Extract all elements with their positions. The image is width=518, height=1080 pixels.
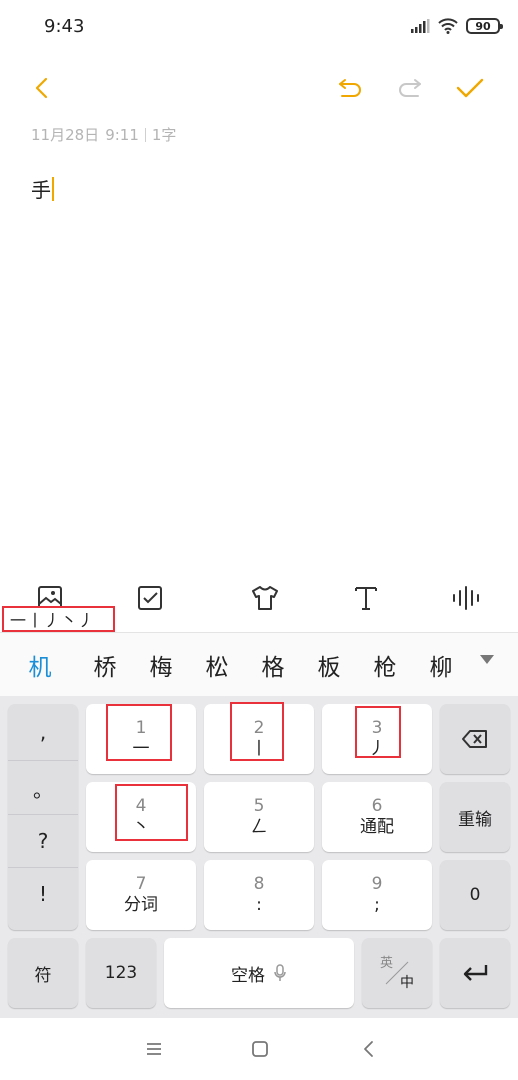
key-8-colon[interactable]: 8 : xyxy=(204,860,314,930)
key-5-zhe[interactable]: 5 ㄥ xyxy=(204,782,314,852)
lang-switch-key[interactable]: 英 中 xyxy=(362,938,432,1008)
punct-period[interactable]: 。 xyxy=(8,762,78,814)
symbols-key[interactable]: 符 xyxy=(8,938,78,1008)
undo-icon[interactable] xyxy=(332,70,368,106)
enter-icon xyxy=(463,965,488,981)
char-count: 1字 xyxy=(151,126,177,144)
mic-icon xyxy=(274,964,286,981)
reinput-key[interactable]: 重输 xyxy=(440,782,510,852)
text-format-icon[interactable] xyxy=(346,580,386,616)
punct-exclaim[interactable]: ! xyxy=(8,868,78,920)
key-label: 0 xyxy=(469,885,481,905)
key-stroke: ㄥ xyxy=(250,817,268,837)
zero-key[interactable]: 0 xyxy=(440,860,510,930)
text-cursor xyxy=(52,176,54,201)
candidate-item[interactable]: 松 xyxy=(197,648,237,682)
annotation-box xyxy=(115,784,188,841)
note-time: 9:11 xyxy=(105,125,139,144)
annotation-box xyxy=(355,706,401,758)
candidate-item[interactable]: 桥 xyxy=(85,648,125,682)
stroke-input-preview: 一丨丿丶丿 xyxy=(2,606,115,632)
enter-key[interactable] xyxy=(440,938,510,1008)
key-number: 9 xyxy=(371,874,383,894)
note-meta: 11月28日 9:11 1字 xyxy=(31,124,176,145)
key-label: 符 xyxy=(34,965,52,986)
wifi-icon xyxy=(438,18,458,34)
back-icon[interactable] xyxy=(24,70,60,106)
redo-icon[interactable] xyxy=(392,70,428,106)
candidate-item[interactable]: 板 xyxy=(309,648,349,682)
key-label: ; xyxy=(374,895,380,915)
key-label: : xyxy=(256,895,262,915)
shirt-icon[interactable] xyxy=(245,580,285,616)
backspace-icon xyxy=(462,730,487,748)
key-label: 通配 xyxy=(360,817,394,837)
note-editor[interactable]: 手 xyxy=(31,174,54,203)
key-label: 123 xyxy=(104,963,138,983)
key-number: 7 xyxy=(135,874,147,894)
checklist-icon[interactable] xyxy=(130,580,170,616)
done-check-icon[interactable] xyxy=(452,70,488,106)
note-content: 手 xyxy=(31,178,51,202)
waveform-icon[interactable] xyxy=(446,580,486,616)
key-label: 重输 xyxy=(458,809,492,830)
lang-zh-label: 中 xyxy=(400,975,414,991)
battery-indicator: 90 xyxy=(466,18,503,34)
backspace-key[interactable] xyxy=(440,704,510,774)
candidate-item[interactable]: 柳 xyxy=(421,648,461,682)
key-label: 空格 xyxy=(231,965,265,986)
candidate-item[interactable]: 机 xyxy=(20,648,60,682)
candidate-item[interactable]: 格 xyxy=(253,648,293,682)
key-number: 8 xyxy=(253,874,265,894)
key-7-segment[interactable]: 7 分词 xyxy=(86,860,196,930)
annotation-box xyxy=(106,704,172,761)
note-date: 11月28日 xyxy=(31,126,100,144)
key-number: 6 xyxy=(371,796,383,816)
numbers-key[interactable]: 123 xyxy=(86,938,156,1008)
nav-back-icon[interactable] xyxy=(356,1036,382,1062)
space-key[interactable]: 空格 xyxy=(164,938,354,1008)
key-9-semicolon[interactable]: 9 ; xyxy=(322,860,432,930)
annotation-box xyxy=(230,702,284,761)
key-number: 5 xyxy=(253,796,265,816)
status-time: 9:43 xyxy=(44,16,85,37)
candidate-item[interactable]: 梅 xyxy=(141,648,181,682)
punct-comma[interactable]: , xyxy=(8,706,78,758)
candidate-item[interactable]: 枪 xyxy=(365,648,405,682)
menu-icon[interactable] xyxy=(141,1036,167,1062)
home-square-icon[interactable] xyxy=(247,1036,273,1062)
key-6-wildcard[interactable]: 6 通配 xyxy=(322,782,432,852)
key-label: 分词 xyxy=(124,895,158,915)
signal-icon xyxy=(411,19,430,33)
slash-divider xyxy=(385,961,409,985)
divider xyxy=(8,760,78,761)
expand-candidates-icon[interactable] xyxy=(480,655,494,664)
punct-question[interactable]: ? xyxy=(8,815,78,867)
meta-divider xyxy=(144,127,146,142)
status-icons: 90 xyxy=(410,18,503,34)
